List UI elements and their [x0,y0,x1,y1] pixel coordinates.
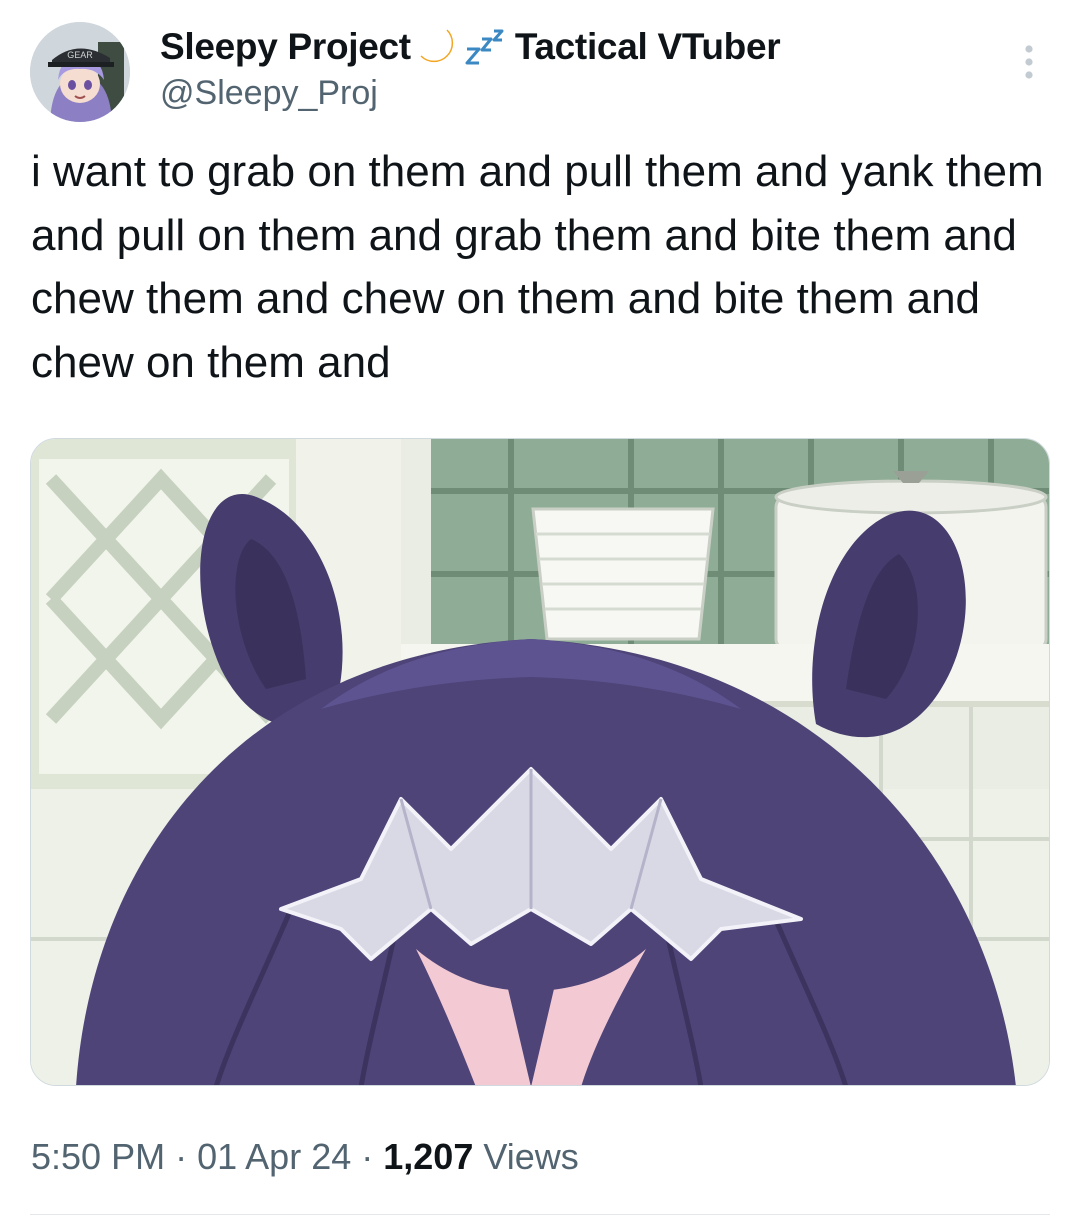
author-name-suffix: Tactical VTuber [514,26,781,67]
author-name-row[interactable]: Sleepy Project Tactical VTuber [160,22,781,72]
zzz-icon [465,27,505,67]
anime-screenshot-image [31,439,1049,1085]
tweet-date[interactable]: 01 Apr 24 [197,1136,351,1177]
author-display-name[interactable]: Sleepy Project [160,26,411,68]
tweet-media-image[interactable] [30,438,1050,1086]
more-vertical-icon[interactable] [1016,40,1042,84]
avatar-image: GEAR [30,22,130,122]
tweet-text: i want to grab on them and pull them and… [31,147,1044,387]
svg-text:GEAR: GEAR [67,50,93,60]
tweet-time[interactable]: 5:50 PM [31,1136,165,1177]
author-handle[interactable]: @Sleepy_Proj [160,74,378,113]
views-label: Views [483,1136,579,1177]
author-avatar[interactable]: GEAR [30,22,130,122]
meta-separator: · [175,1136,188,1177]
crescent-moon-icon [417,26,459,68]
tweet-meta: 5:50 PM · 01 Apr 24 · 1,207 Views [31,1136,579,1178]
views-count: 1,207 [383,1136,474,1177]
meta-separator: · [361,1136,374,1177]
divider [30,1214,1050,1215]
